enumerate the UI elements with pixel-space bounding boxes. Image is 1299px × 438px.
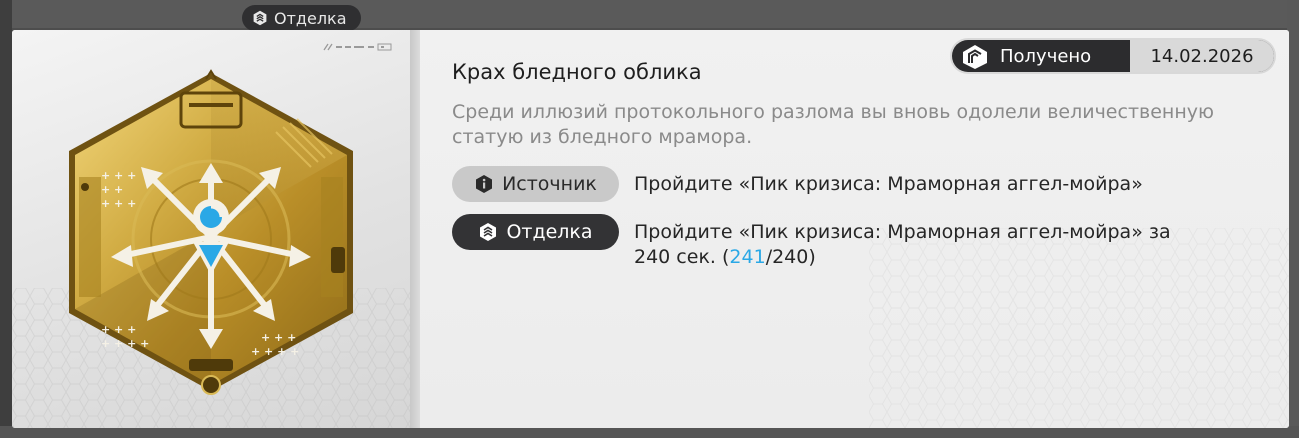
finish-progress-current: 241: [729, 246, 766, 268]
svg-text:+ + +: + + +: [261, 331, 296, 344]
finish-badge-icon: [253, 10, 267, 26]
obtained-date: 14.02.2026: [1130, 40, 1274, 72]
svg-text:+ + +: + + +: [101, 197, 136, 210]
finish-progress-total: /240): [765, 246, 816, 268]
emblem-panel: + + + + + + + + + + + + + + + + + + + + …: [12, 30, 410, 428]
achievement-title: Крах бледного облика: [452, 60, 702, 84]
details-panel: Получено 14.02.2026 Крах бледного облика…: [420, 30, 1289, 428]
background-badge-label: Отделка: [274, 8, 347, 28]
achievement-emblem-icon: + + + + + + + + + + + + + + + + + + + + …: [69, 69, 353, 395]
panel-divider: [410, 30, 420, 428]
svg-text:+ + +: + + +: [101, 323, 136, 336]
background-strip: [0, 0, 1299, 28]
svg-text:+ + +: + + +: [101, 169, 136, 182]
source-text: Пройдите «Пик кризиса: Мраморная аггел-м…: [634, 173, 1143, 195]
achievement-modal: + + + + + + + + + + + + + + + + + + + + …: [12, 30, 1289, 428]
svg-text:+ + + +: + + + +: [251, 345, 299, 358]
svg-text:+ + + +: + + + +: [101, 337, 149, 350]
source-tag: Источник: [452, 166, 619, 202]
obtained-status: Получено 14.02.2026: [952, 40, 1274, 72]
info-icon: [476, 175, 493, 193]
finish-text-main: Пройдите «Пик кризиса: Мраморная аггел-м…: [634, 221, 1171, 268]
status-label: Получено: [1000, 45, 1092, 67]
obtained-logo: [952, 40, 998, 72]
background-finish-badge: Отделка: [242, 5, 361, 31]
source-row: Источник Пройдите «Пик кризиса: Мраморна…: [452, 166, 1194, 202]
svg-text:+ +: + +: [101, 183, 123, 196]
background-left: [0, 0, 12, 438]
achievement-description: Среди иллюзий протокольного разлома вы в…: [452, 101, 1214, 148]
finish-badge-icon: [480, 223, 497, 241]
finish-row: Отделка Пройдите «Пик кризиса: Мраморная…: [452, 214, 1194, 270]
finish-label: Отделка: [506, 221, 593, 243]
source-label: Источник: [502, 173, 597, 195]
obtained-logo-icon: [963, 45, 987, 69]
finish-text: Пройдите «Пик кризиса: Мраморная аггел-м…: [634, 214, 1194, 270]
corner-decoration: [323, 43, 392, 51]
finish-tag: Отделка: [452, 214, 619, 250]
